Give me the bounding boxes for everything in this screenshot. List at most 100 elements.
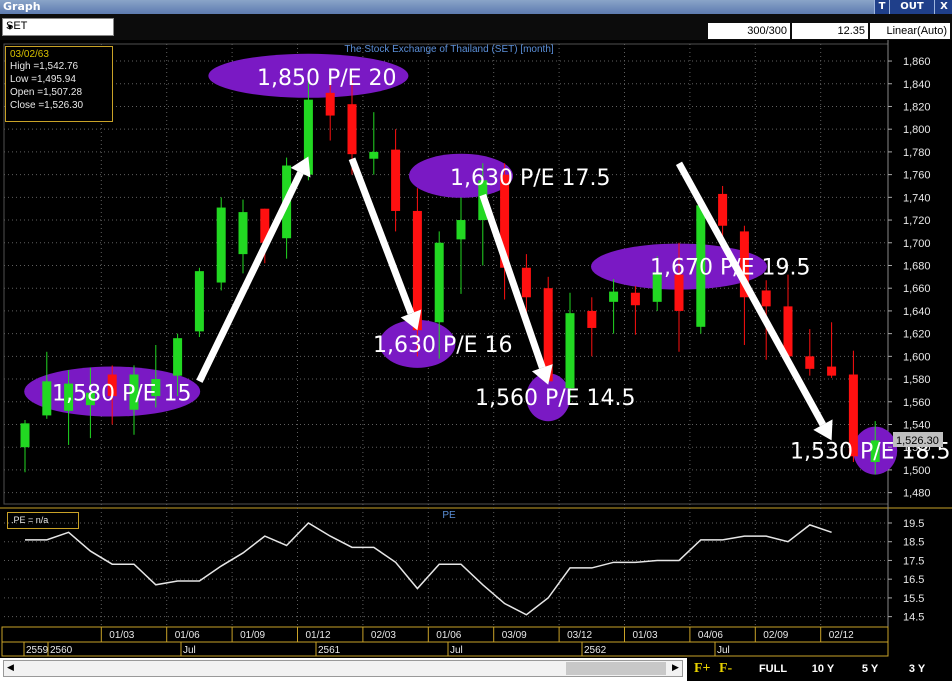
scroll-thumb[interactable] bbox=[566, 662, 666, 675]
time-tick-label: 01/09 bbox=[240, 630, 265, 641]
year-tick-label: 2561 bbox=[318, 645, 341, 656]
candle-body bbox=[718, 193, 728, 226]
price-tick-label: 1,620 bbox=[903, 329, 931, 341]
info-high: High =1,542.76 bbox=[10, 61, 79, 72]
info-open: Open =1,507.28 bbox=[10, 87, 83, 98]
candle-body bbox=[42, 381, 52, 416]
price-tick-label: 1,560 bbox=[903, 397, 931, 409]
candle-body bbox=[805, 356, 815, 369]
pe-grid bbox=[4, 522, 888, 618]
time-tick-label: 01/03 bbox=[109, 630, 134, 641]
out-button[interactable]: OUT bbox=[889, 0, 934, 14]
zoom-buttons: F+ F- FULL 10 Y 5 Y 3 Y bbox=[687, 658, 952, 681]
price-tick-label: 1,580 bbox=[903, 374, 931, 386]
candle-body bbox=[369, 151, 379, 159]
price-tick-label: 1,660 bbox=[903, 283, 931, 295]
candle-body bbox=[347, 104, 357, 155]
candle-body bbox=[587, 310, 597, 328]
price-tick-label: 1,500 bbox=[903, 465, 931, 477]
time-tick-label: 02/03 bbox=[371, 630, 396, 641]
candle-body bbox=[173, 338, 183, 376]
annotation-label: 1,630 P/E 17.5 bbox=[450, 166, 611, 191]
value-field: 12.35 bbox=[792, 23, 868, 39]
arrow-shaft bbox=[196, 171, 304, 383]
candle-body bbox=[630, 292, 640, 306]
time-tick-label: 03/12 bbox=[567, 630, 592, 641]
close-button[interactable]: X bbox=[934, 0, 952, 14]
chart-title: The Stock Exchange of Thailand (SET) [mo… bbox=[344, 44, 554, 55]
candle-body bbox=[194, 271, 204, 332]
last-value-label: 1,526.30 bbox=[896, 435, 939, 447]
pe-tick-label: 17.5 bbox=[903, 555, 924, 567]
time-tick-label: 01/03 bbox=[633, 630, 658, 641]
5y-button[interactable]: 5 Y bbox=[850, 660, 890, 678]
time-tick-label: 03/09 bbox=[502, 630, 527, 641]
annotation-label: 1,630 P/E 16 bbox=[373, 333, 513, 358]
full-button[interactable]: FULL bbox=[753, 660, 793, 678]
t-button[interactable]: T bbox=[874, 0, 889, 14]
time-axis-row2 bbox=[1, 641, 889, 657]
3y-button[interactable]: 3 Y bbox=[897, 660, 937, 678]
price-tick-label: 1,720 bbox=[903, 215, 931, 227]
pe-tick-label: 18.5 bbox=[903, 537, 924, 549]
price-tick-label: 1,480 bbox=[903, 488, 931, 500]
pe-tick-label: 16.5 bbox=[903, 574, 924, 586]
year-tick-label: Jul bbox=[717, 645, 730, 656]
zoom-in-button[interactable]: F+ bbox=[694, 659, 711, 679]
scroll-right-icon[interactable]: ▶ bbox=[669, 661, 682, 676]
pe-tick-label: 15.5 bbox=[903, 593, 924, 605]
year-tick-label: 2560 bbox=[50, 645, 73, 656]
annotation-label: 1,560 P/E 14.5 bbox=[475, 386, 636, 411]
annotation-label: 1,580 P/E 15 bbox=[52, 382, 192, 407]
candle-body bbox=[216, 207, 226, 283]
time-tick-label: 01/06 bbox=[175, 630, 200, 641]
10y-button[interactable]: 10 Y bbox=[803, 660, 843, 678]
candle-body bbox=[521, 267, 531, 298]
pe-axis: 14.5 15.5 16.5 17.5 18.5 19.5 bbox=[888, 518, 924, 624]
pe-tick-label: 19.5 bbox=[903, 518, 924, 530]
price-tick-label: 1,680 bbox=[903, 260, 931, 272]
count-field: 300/300 bbox=[708, 23, 790, 39]
zoom-out-button[interactable]: F- bbox=[719, 659, 732, 679]
chevron-down-icon: ▼ bbox=[6, 23, 14, 32]
time-tick-label: 01/06 bbox=[436, 630, 461, 641]
candle-body bbox=[391, 149, 401, 211]
chart-canvas[interactable]: 1,580 P/E 15 1,850 P/E 20 1,630 P/E 16 1,63… bbox=[0, 40, 952, 658]
pe-tick-label: 14.5 bbox=[903, 612, 924, 624]
candle-body bbox=[565, 313, 575, 389]
ohlc-info-box: 03/02/63 High =1,542.76 Low =1,495.94 Op… bbox=[5, 46, 113, 122]
candle-body bbox=[456, 220, 466, 240]
time-tick-label: 04/06 bbox=[698, 630, 723, 641]
candle-body bbox=[325, 92, 335, 116]
title-bar: Graph T OUT X bbox=[0, 0, 952, 14]
pe-title: PE bbox=[442, 510, 456, 521]
year-tick-label: Jul bbox=[450, 645, 463, 656]
candle-body bbox=[761, 290, 771, 307]
year-tick-label: 2562 bbox=[584, 645, 607, 656]
time-tick-label: 02/09 bbox=[763, 630, 788, 641]
year-tick-label: 2559 bbox=[26, 645, 49, 656]
price-tick-label: 1,600 bbox=[903, 351, 931, 363]
pe-legend: .PE = n/a bbox=[7, 512, 79, 529]
annotation-label: 1,850 P/E 20 bbox=[257, 66, 397, 91]
price-tick-label: 1,840 bbox=[903, 79, 931, 91]
price-tick-label: 1,760 bbox=[903, 170, 931, 182]
info-close: Close =1,526.30 bbox=[10, 100, 84, 111]
price-tick-label: 1,860 bbox=[903, 56, 931, 68]
price-tick-label: 1,540 bbox=[903, 419, 931, 431]
scroll-left-icon[interactable]: ◀ bbox=[4, 661, 17, 676]
arrow-shaft bbox=[348, 157, 415, 315]
candle-body bbox=[827, 366, 837, 376]
price-tick-label: 1,780 bbox=[903, 147, 931, 159]
candle-body bbox=[20, 423, 30, 448]
price-tick-label: 1,740 bbox=[903, 192, 931, 204]
scale-field[interactable]: Linear(Auto) bbox=[870, 23, 950, 39]
symbol-select[interactable]: SET ▼ bbox=[2, 18, 114, 36]
time-tick-label: 02/12 bbox=[829, 630, 854, 641]
price-tick-label: 1,640 bbox=[903, 306, 931, 318]
horizontal-scrollbar[interactable]: ◀ ▶ bbox=[3, 660, 683, 677]
candle-body bbox=[434, 242, 444, 323]
price-tick-label: 1,700 bbox=[903, 238, 931, 250]
price-tick-label: 1,820 bbox=[903, 101, 931, 113]
info-date: 03/02/63 bbox=[10, 49, 49, 60]
